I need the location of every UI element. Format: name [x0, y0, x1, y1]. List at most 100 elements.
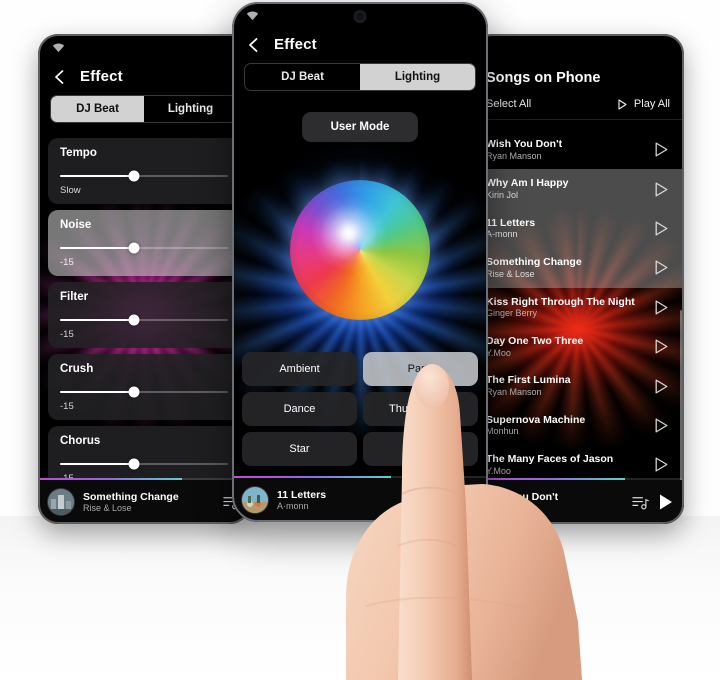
song-title: Day One Two Three — [486, 334, 584, 347]
back-chevron-icon[interactable] — [52, 69, 68, 85]
user-mode-button[interactable]: User Mode — [302, 112, 418, 142]
play-outline-icon[interactable] — [653, 181, 670, 198]
play-outline-icon[interactable] — [653, 259, 670, 276]
left-status-bar — [38, 34, 250, 64]
song-artist: Monhun — [486, 426, 519, 437]
slider-track[interactable] — [60, 242, 228, 254]
song-title: 11 Letters — [486, 216, 536, 229]
tab-dj-beat[interactable]: DJ Beat — [51, 96, 144, 122]
mode-button-thunder-bolt[interactable]: Thunder Bolt — [363, 392, 478, 426]
song-artist: A-monn — [486, 229, 518, 240]
song-artist: Y.Moo — [486, 465, 511, 476]
slider-track[interactable] — [60, 170, 228, 182]
song-title: Kiss Right Through The Night — [486, 295, 635, 308]
song-artist: Y.Moo — [486, 347, 511, 358]
album-art — [48, 489, 74, 515]
mode-button-party[interactable]: Party — [363, 352, 478, 386]
play-icon[interactable] — [658, 493, 674, 511]
table-surface — [0, 516, 720, 680]
list-item[interactable]: Something Change Rise & Lose — [472, 248, 684, 288]
track-title: Something Change — [83, 490, 179, 503]
center-phone-screen: Effect DJ Beat Lighting User Mode Ambien… — [232, 2, 488, 522]
right-now-playing: Wish You Don't Ryan Manson — [482, 491, 623, 514]
play-all-label: Play All — [633, 98, 670, 110]
mode-button-dance[interactable]: Dance — [242, 392, 357, 426]
list-item[interactable]: Day One Two Three Y.Moo — [472, 327, 684, 366]
left-page-title: Effect — [80, 68, 123, 85]
album-art — [242, 487, 268, 513]
list-item[interactable]: Supernova Machine Monhun — [472, 406, 684, 445]
center-progress-bar[interactable] — [232, 476, 488, 478]
right-progress-bar[interactable] — [472, 478, 684, 480]
track-artist: A·monn — [277, 500, 309, 511]
left-progress-bar[interactable] — [38, 478, 250, 480]
scene-root: Effect DJ Beat Lighting Tempo Slow Noise — [0, 0, 720, 680]
play-outline-icon — [618, 98, 627, 110]
center-status-bar — [232, 2, 488, 32]
color-wheel[interactable] — [290, 180, 430, 320]
song-title: Something Change — [486, 256, 582, 269]
back-chevron-icon[interactable] — [246, 37, 262, 53]
list-item[interactable]: Wish You Don't Ryan Manson — [472, 130, 684, 169]
slider-label: Chorus — [60, 435, 101, 447]
play-outline-icon[interactable] — [653, 141, 670, 158]
song-title: The Many Faces of Jason — [486, 453, 614, 466]
right-status-bar — [472, 34, 684, 64]
color-wheel-disc[interactable] — [290, 180, 430, 320]
select-all-button[interactable]: Select All — [486, 98, 531, 110]
slider-value: -15 — [60, 401, 74, 412]
right-phone: Songs on Phone Select All Play All Wish … — [472, 34, 684, 524]
list-item[interactable]: Why Am I Happy Kirin Jol — [472, 169, 684, 209]
list-scrollbar[interactable] — [680, 310, 682, 480]
song-artist: Rise & Lose — [486, 268, 535, 279]
play-outline-icon[interactable] — [653, 220, 670, 237]
play-outline-icon[interactable] — [653, 299, 670, 316]
mode-button-star[interactable]: Star — [242, 432, 357, 466]
center-effect-tabs: DJ Beat Lighting — [244, 63, 476, 91]
list-item[interactable]: The First Lumina Ryan Manson — [472, 366, 684, 405]
song-artist: Ryan Manson — [486, 150, 542, 161]
lighting-mode-grid: Ambient Party Dance Thunder Bolt Star — [242, 352, 478, 466]
play-all-button[interactable]: Play All — [618, 98, 670, 110]
center-now-playing: 11 Letters A·monn — [277, 489, 453, 512]
center-page-title: Effect — [274, 36, 317, 53]
play-icon[interactable] — [462, 491, 478, 509]
slider-label: Noise — [60, 219, 92, 231]
play-outline-icon[interactable] — [653, 417, 670, 434]
list-item[interactable]: The Many Faces of Jason Y.Moo — [472, 445, 684, 480]
song-artist: Ginger Berry — [486, 308, 538, 319]
center-player-bar[interactable]: 11 Letters A·monn — [232, 476, 488, 522]
play-outline-icon[interactable] — [653, 378, 670, 395]
right-list-actions: Select All Play All — [472, 98, 684, 120]
slider-track[interactable] — [60, 458, 228, 470]
left-now-playing: Something Change Rise & Lose — [83, 491, 214, 514]
left-effect-tabs: DJ Beat Lighting — [50, 95, 238, 123]
tab-dj-beat[interactable]: DJ Beat — [245, 64, 360, 90]
list-item[interactable]: 11 Letters A-monn — [472, 208, 684, 249]
slider-label: Crush — [60, 363, 94, 375]
mode-button-ambient[interactable]: Ambient — [242, 352, 357, 386]
list-item[interactable]: Kiss Right Through The Night Ginger Berr… — [472, 288, 684, 327]
playlist-icon[interactable] — [632, 494, 649, 511]
song-title: Supernova Machine — [486, 413, 586, 426]
slider-row-tempo[interactable]: Tempo Slow — [48, 138, 240, 204]
slider-track[interactable] — [60, 314, 228, 326]
slider-row-noise[interactable]: Noise -15 — [48, 210, 240, 276]
slider-row-filter[interactable]: Filter -15 — [48, 282, 240, 348]
song-list[interactable]: Wish You Don't Ryan Manson Why Am I Happ… — [472, 130, 684, 480]
play-outline-icon[interactable] — [653, 456, 670, 473]
mode-button-empty[interactable] — [363, 432, 478, 466]
slider-track[interactable] — [60, 386, 228, 398]
play-outline-icon[interactable] — [653, 338, 670, 355]
center-appbar: Effect — [232, 32, 488, 63]
track-artist: Ryan Manson — [482, 502, 538, 513]
tab-lighting[interactable]: Lighting — [360, 64, 475, 90]
front-camera — [353, 10, 367, 23]
slider-row-crush[interactable]: Crush -15 — [48, 354, 240, 420]
left-player-bar[interactable]: Something Change Rise & Lose — [38, 478, 250, 524]
wifi-icon — [246, 11, 259, 21]
slider-label: Tempo — [60, 147, 97, 159]
right-player-bar[interactable]: Wish You Don't Ryan Manson — [472, 478, 684, 524]
left-slider-list: Tempo Slow Noise -15 Filter -15 Crush -1… — [38, 138, 250, 524]
tab-lighting[interactable]: Lighting — [144, 96, 237, 122]
